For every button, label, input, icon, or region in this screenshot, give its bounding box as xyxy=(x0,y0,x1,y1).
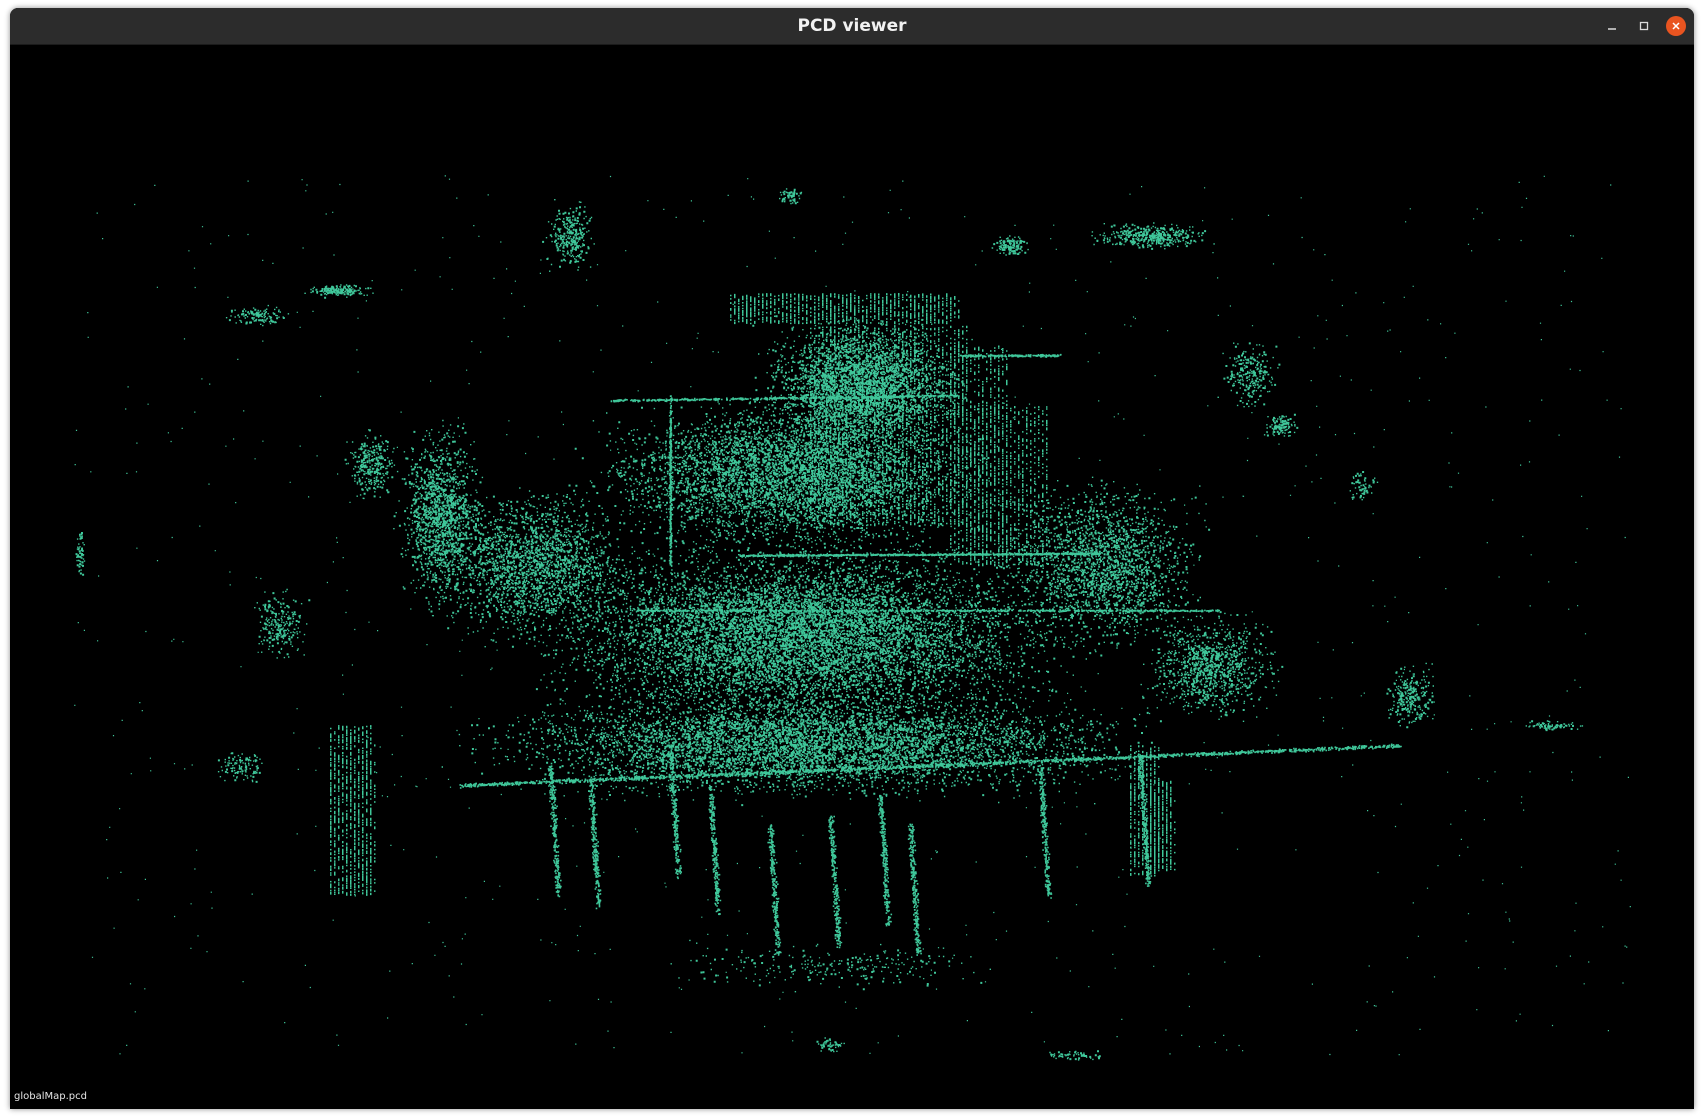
window-title: PCD viewer xyxy=(797,16,907,36)
minimize-icon xyxy=(1606,20,1618,32)
maximize-button[interactable] xyxy=(1634,16,1654,36)
maximize-icon xyxy=(1638,20,1650,32)
cloud-filename-label: globalMap.pcd xyxy=(14,1091,87,1102)
point-cloud-points xyxy=(74,175,1631,1061)
close-button[interactable] xyxy=(1666,16,1686,36)
pcd-viewer-window: PCD viewer globalMap.pcd xyxy=(10,8,1694,1109)
close-icon xyxy=(1670,20,1682,32)
point-cloud-render xyxy=(74,175,1631,1061)
minimize-button[interactable] xyxy=(1602,16,1622,36)
title-bar[interactable]: PCD viewer xyxy=(10,8,1694,45)
point-cloud-viewport[interactable]: globalMap.pcd xyxy=(10,45,1694,1109)
